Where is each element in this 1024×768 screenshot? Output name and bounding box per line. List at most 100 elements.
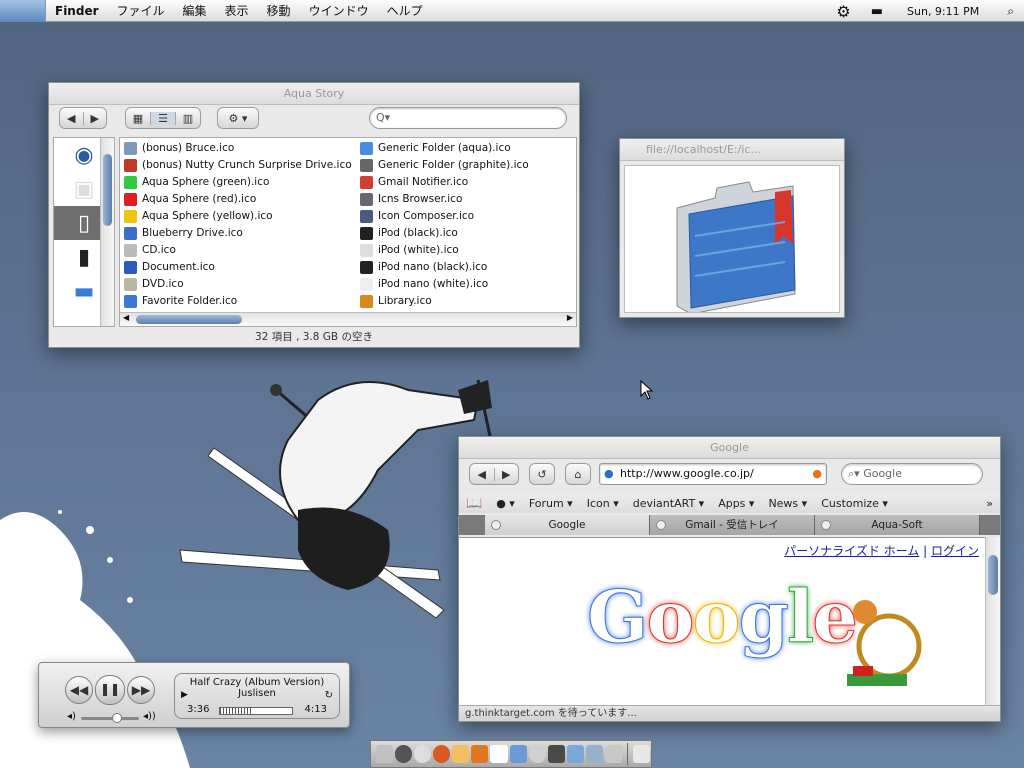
preview-titlebar[interactable]: file://localhost/E:/ic... xyxy=(620,139,844,161)
tab-google[interactable]: Google xyxy=(485,515,650,535)
spotlight-icon[interactable]: ⌕ xyxy=(1007,4,1014,19)
tab-close-icon[interactable] xyxy=(821,520,831,530)
file-list-item[interactable]: Library.ico xyxy=(358,293,529,310)
bookmark-news[interactable]: News ▾ xyxy=(761,497,814,510)
display-icon[interactable]: ▬ xyxy=(871,4,883,19)
personalized-home-link[interactable]: パーソナライズド ホーム xyxy=(784,544,919,558)
browser-back-forward[interactable]: ◀ ▶ xyxy=(469,463,519,485)
forward-arrow-icon[interactable]: ▶ xyxy=(493,467,519,481)
rss-icon[interactable]: ● xyxy=(812,464,822,484)
dock-photo-icon[interactable] xyxy=(566,745,584,763)
browser-vertical-scrollbar[interactable] xyxy=(985,537,1000,707)
home-button[interactable]: ⌂ xyxy=(565,463,591,485)
login-link[interactable]: ログイン xyxy=(931,544,979,558)
dock-vlc-icon[interactable] xyxy=(471,745,489,763)
file-list-item[interactable]: Aqua Sphere (green).ico xyxy=(122,174,352,191)
dock-ichat-icon[interactable] xyxy=(452,745,470,763)
reload-button[interactable]: ↺ xyxy=(529,463,555,485)
rewind-button[interactable]: ◀◀ xyxy=(65,676,93,704)
browser-search-field[interactable]: ⌕▾ Google xyxy=(841,463,983,485)
file-list-item[interactable]: Favorite Folder.ico xyxy=(122,293,352,310)
menu-edit[interactable]: 編集 xyxy=(174,0,216,22)
dock-mail-icon[interactable] xyxy=(433,745,451,763)
file-list-item[interactable]: (bonus) Bruce.ico xyxy=(122,140,352,157)
google-logo[interactable]: Google xyxy=(587,574,859,660)
bookmark-customize[interactable]: Customize ▾ xyxy=(814,497,895,510)
track-progress-bar[interactable] xyxy=(219,707,293,715)
icon-view-icon[interactable]: ▦ xyxy=(126,112,150,125)
file-list-item[interactable]: CD.ico xyxy=(122,242,352,259)
pause-button[interactable]: ❚❚ xyxy=(95,675,125,705)
back-arrow-icon[interactable]: ◀ xyxy=(60,112,83,125)
file-list-item[interactable]: Aqua Sphere (red).ico xyxy=(122,191,352,208)
bookmarks-overflow-icon[interactable]: » xyxy=(979,497,1000,510)
finder-titlebar[interactable]: Aqua Story xyxy=(49,83,579,105)
file-list-item[interactable]: Blueberry Drive.ico xyxy=(122,225,352,242)
tab-close-icon[interactable] xyxy=(656,520,666,530)
file-list-item[interactable]: (bonus) Nutty Crunch Surprise Drive.ico xyxy=(122,157,352,174)
file-list-item[interactable]: Gmail Notifier.ico xyxy=(358,174,529,191)
apple-menu-icon[interactable] xyxy=(0,0,46,22)
file-list-item[interactable]: iPod (white).ico xyxy=(358,242,529,259)
back-arrow-icon[interactable]: ◀ xyxy=(470,468,494,481)
play-mode-icon[interactable]: ▶ xyxy=(181,690,188,700)
back-forward-buttons[interactable]: ◀ ▶ xyxy=(59,107,107,129)
menu-finder[interactable]: Finder xyxy=(46,0,108,22)
file-list-item[interactable]: Aqua Sphere (yellow).ico xyxy=(122,208,352,225)
browser-titlebar[interactable]: Google xyxy=(459,437,1000,459)
dock-utility-icon[interactable] xyxy=(604,745,623,763)
menu-go[interactable]: 移動 xyxy=(258,0,300,22)
file-list-item[interactable]: Icon Composer.ico xyxy=(358,208,529,225)
dock-finder-icon[interactable] xyxy=(376,745,394,763)
tab-gmail[interactable]: Gmail - 受信トレイ xyxy=(650,515,815,535)
repeat-icon[interactable]: ↻ xyxy=(325,690,333,701)
apple-bookmark-icon[interactable]: ● ▾ xyxy=(489,497,522,510)
file-list-item[interactable]: iPod nano (white).ico xyxy=(358,276,529,293)
file-list-item[interactable]: iPod (black).ico xyxy=(358,225,529,242)
address-bar[interactable]: ● http://www.google.co.jp/ ● xyxy=(599,463,827,485)
bookmarks-book-icon[interactable]: 📖 xyxy=(459,496,489,511)
dock-safari-icon[interactable] xyxy=(547,745,565,763)
volume-knob[interactable] xyxy=(112,713,123,723)
bookmark-apps[interactable]: Apps ▾ xyxy=(711,497,761,510)
bookmark-forum[interactable]: Forum ▾ xyxy=(522,497,580,510)
dock-itunes-icon[interactable] xyxy=(528,745,546,763)
menubar-clock[interactable]: Sun, 9:11 PM xyxy=(907,5,979,18)
dock-app-icon[interactable] xyxy=(490,745,508,763)
dock-dashboard-icon[interactable] xyxy=(395,745,413,763)
file-list-item[interactable]: DVD.ico xyxy=(122,276,352,293)
menu-view[interactable]: 表示 xyxy=(216,0,258,22)
file-list-item[interactable]: Document.ico xyxy=(122,259,352,276)
file-list-item[interactable]: Icns Browser.ico xyxy=(358,191,529,208)
menu-file[interactable]: ファイル xyxy=(108,0,174,22)
dock-system-preferences-icon[interactable] xyxy=(585,745,603,763)
bookmark-deviantart[interactable]: deviantART ▾ xyxy=(626,497,711,510)
volume-slider[interactable] xyxy=(81,717,139,720)
dock-clock-icon[interactable] xyxy=(414,745,432,763)
scroll-left-icon[interactable]: ◀ xyxy=(123,313,129,322)
sidebar-scrollbar[interactable] xyxy=(100,138,114,326)
file-list-item[interactable]: Generic Folder (graphite).ico xyxy=(358,157,529,174)
forward-arrow-icon[interactable]: ▶ xyxy=(82,111,107,125)
view-mode-buttons[interactable]: ▦ ☰ ▥ xyxy=(125,107,201,129)
menu-help[interactable]: ヘルプ xyxy=(378,0,432,22)
file-list-horizontal-scrollbar[interactable]: ◀ ▶ xyxy=(120,312,576,326)
tab-close-icon[interactable] xyxy=(491,520,501,530)
fast-forward-button[interactable]: ▶▶ xyxy=(127,676,155,704)
scroll-thumb[interactable] xyxy=(103,154,112,226)
scroll-thumb[interactable] xyxy=(988,555,998,595)
menu-window[interactable]: ウインドウ xyxy=(300,0,378,22)
file-list-item[interactable]: iPod nano (black).ico xyxy=(358,259,529,276)
action-menu-button[interactable]: ⚙ ▾ xyxy=(217,107,259,129)
tab-aqua-soft[interactable]: Aqua-Soft xyxy=(815,515,980,535)
scroll-thumb[interactable] xyxy=(136,315,242,324)
dock-trash-icon[interactable] xyxy=(632,745,651,763)
file-list-item[interactable]: Generic Folder (aqua).ico xyxy=(358,140,529,157)
dock-preview-icon[interactable] xyxy=(509,745,527,763)
list-view-icon[interactable]: ☰ xyxy=(150,111,175,125)
bookmark-icon[interactable]: Icon ▾ xyxy=(580,497,626,510)
gear-icon[interactable]: ⚙ xyxy=(836,2,850,21)
finder-search-field[interactable]: Q▾ xyxy=(369,107,567,129)
scroll-right-icon[interactable]: ▶ xyxy=(567,313,573,322)
column-view-icon[interactable]: ▥ xyxy=(175,111,200,125)
